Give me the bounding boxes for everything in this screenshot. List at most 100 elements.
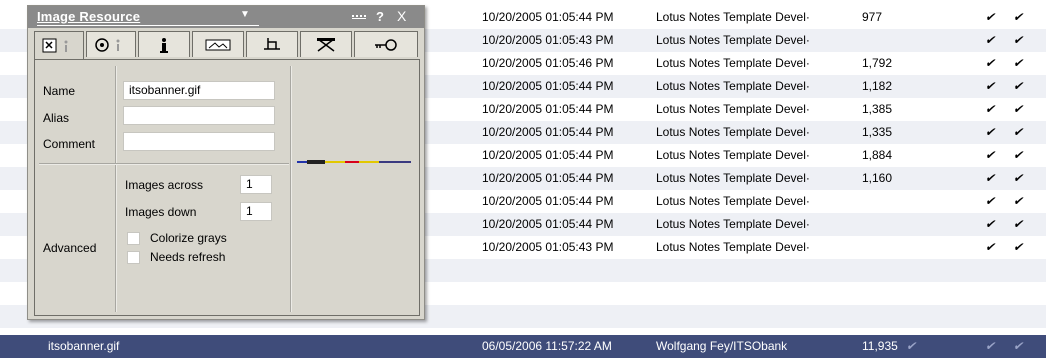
author: Lotus Notes Template Devel· bbox=[656, 125, 810, 139]
check-icon: ✔ bbox=[906, 339, 917, 353]
size: 1,385 bbox=[862, 102, 893, 116]
advanced-label: Advanced bbox=[43, 241, 97, 255]
check-icon: ✔ bbox=[985, 339, 996, 353]
size: 977 bbox=[862, 10, 883, 24]
check-icon: ✔ bbox=[985, 194, 996, 208]
check-icon: ✔ bbox=[985, 217, 996, 231]
hide-when-icon bbox=[95, 37, 120, 52]
size: 11,935 bbox=[862, 339, 898, 353]
divider bbox=[290, 66, 292, 312]
modified-date: 10/20/2005 01:05:46 PM bbox=[482, 56, 614, 70]
author: Lotus Notes Template Devel· bbox=[656, 102, 810, 116]
author: Lotus Notes Template Devel· bbox=[656, 148, 810, 162]
needs-refresh-checkbox[interactable] bbox=[127, 251, 140, 264]
modified-date: 10/20/2005 01:05:44 PM bbox=[482, 10, 614, 24]
colorize-grays-label: Colorize grays bbox=[150, 231, 227, 245]
size: 1,160 bbox=[862, 171, 893, 185]
author: Lotus Notes Template Devel· bbox=[656, 79, 810, 93]
check-icon: ✔ bbox=[985, 171, 996, 185]
layout-icon bbox=[264, 37, 280, 50]
tab-basics[interactable] bbox=[34, 31, 84, 60]
size: 1,182 bbox=[862, 79, 893, 93]
help-button[interactable]: ? bbox=[376, 9, 384, 24]
check-icon: ✔ bbox=[985, 102, 996, 116]
check-icon: ✔ bbox=[1013, 171, 1024, 185]
title-underline bbox=[37, 25, 259, 26]
author: Lotus Notes Template Devel· bbox=[656, 171, 810, 185]
check-icon: ✔ bbox=[985, 79, 996, 93]
check-icon: ✔ bbox=[1013, 240, 1024, 254]
tab-hide-when[interactable] bbox=[86, 31, 136, 57]
author: Wolfgang Fey/ITSObank bbox=[656, 339, 788, 353]
name-label: Name bbox=[43, 84, 76, 98]
author: Lotus Notes Template Devel· bbox=[656, 240, 810, 254]
selected-list-row[interactable]: itsobanner.gif 06/05/2006 11:57:22 AM Wo… bbox=[0, 335, 1046, 358]
check-icon: ✔ bbox=[985, 148, 996, 162]
modified-date: 10/20/2005 01:05:44 PM bbox=[482, 102, 614, 116]
basics-tab-content: Name itsobanner.gif Alias Comment Advanc… bbox=[34, 59, 420, 316]
modified-date: 10/20/2005 01:05:43 PM bbox=[482, 33, 614, 47]
tab-image[interactable] bbox=[192, 31, 244, 57]
alias-label: Alias bbox=[43, 111, 70, 125]
size bbox=[862, 213, 922, 236]
tab-info[interactable] bbox=[138, 31, 190, 57]
close-button[interactable]: X bbox=[397, 8, 406, 24]
size bbox=[862, 190, 922, 213]
check-icon: ✔ bbox=[1013, 56, 1024, 70]
check-icon: ✔ bbox=[1013, 217, 1024, 231]
image-preview bbox=[297, 160, 411, 164]
images-across-field[interactable]: 1 bbox=[240, 175, 272, 194]
images-down-field[interactable]: 1 bbox=[240, 202, 272, 221]
size: 1,792 bbox=[862, 56, 893, 70]
needs-refresh-label: Needs refresh bbox=[150, 250, 226, 264]
size: 1,335 bbox=[862, 125, 893, 139]
properties-title-bar[interactable]: Image Resource ▼ ? X bbox=[28, 6, 424, 28]
check-icon: ✔ bbox=[985, 56, 996, 70]
image-icon bbox=[205, 39, 231, 50]
check-icon: ✔ bbox=[985, 10, 996, 24]
author: Lotus Notes Template Devel· bbox=[656, 10, 810, 24]
check-icon: ✔ bbox=[1013, 339, 1024, 353]
key-icon bbox=[375, 38, 397, 51]
colorize-grays-checkbox[interactable] bbox=[127, 232, 140, 245]
tab-layout[interactable] bbox=[246, 31, 298, 57]
modified-date: 10/20/2005 01:05:44 PM bbox=[482, 148, 614, 162]
tab-security[interactable] bbox=[354, 31, 418, 57]
check-icon: ✔ bbox=[1013, 102, 1024, 116]
tab-design[interactable] bbox=[300, 31, 352, 57]
info-icon bbox=[160, 37, 168, 53]
modified-date: 10/20/2005 01:05:44 PM bbox=[482, 217, 614, 231]
size: 1,884 bbox=[862, 148, 893, 162]
image-resource-properties-box: Image Resource ▼ ? X Name itsobanner.gif… bbox=[27, 5, 425, 320]
modified-date: 10/20/2005 01:05:43 PM bbox=[482, 240, 614, 254]
modified-date: 06/05/2006 11:57:22 AM bbox=[482, 339, 612, 353]
pin-icon[interactable] bbox=[352, 15, 366, 19]
images-across-label: Images across bbox=[125, 178, 204, 192]
check-icon: ✔ bbox=[1013, 194, 1024, 208]
resource-name: itsobanner.gif bbox=[48, 339, 120, 353]
design-icon bbox=[317, 37, 335, 52]
chevron-down-icon[interactable]: ▼ bbox=[240, 9, 250, 20]
author: Lotus Notes Template Devel· bbox=[656, 217, 810, 231]
properties-title-dropdown[interactable]: Image Resource bbox=[37, 9, 140, 24]
alias-field[interactable] bbox=[123, 106, 275, 125]
size bbox=[862, 236, 922, 259]
check-icon: ✔ bbox=[985, 240, 996, 254]
properties-tabs bbox=[34, 31, 420, 60]
check-icon: ✔ bbox=[1013, 33, 1024, 47]
author: Lotus Notes Template Devel· bbox=[656, 194, 810, 208]
author: Lotus Notes Template Devel· bbox=[656, 33, 810, 47]
images-down-label: Images down bbox=[125, 205, 197, 219]
modified-date: 10/20/2005 01:05:44 PM bbox=[482, 79, 614, 93]
comment-field[interactable] bbox=[123, 132, 275, 151]
size bbox=[862, 29, 922, 52]
divider bbox=[115, 66, 117, 312]
check-icon: ✔ bbox=[1013, 148, 1024, 162]
name-field[interactable]: itsobanner.gif bbox=[123, 81, 275, 100]
check-icon: ✔ bbox=[985, 125, 996, 139]
modified-date: 10/20/2005 01:05:44 PM bbox=[482, 194, 614, 208]
comment-label: Comment bbox=[43, 137, 96, 151]
divider bbox=[39, 163, 289, 165]
modified-date: 10/20/2005 01:05:44 PM bbox=[482, 171, 614, 185]
check-icon: ✔ bbox=[985, 33, 996, 47]
